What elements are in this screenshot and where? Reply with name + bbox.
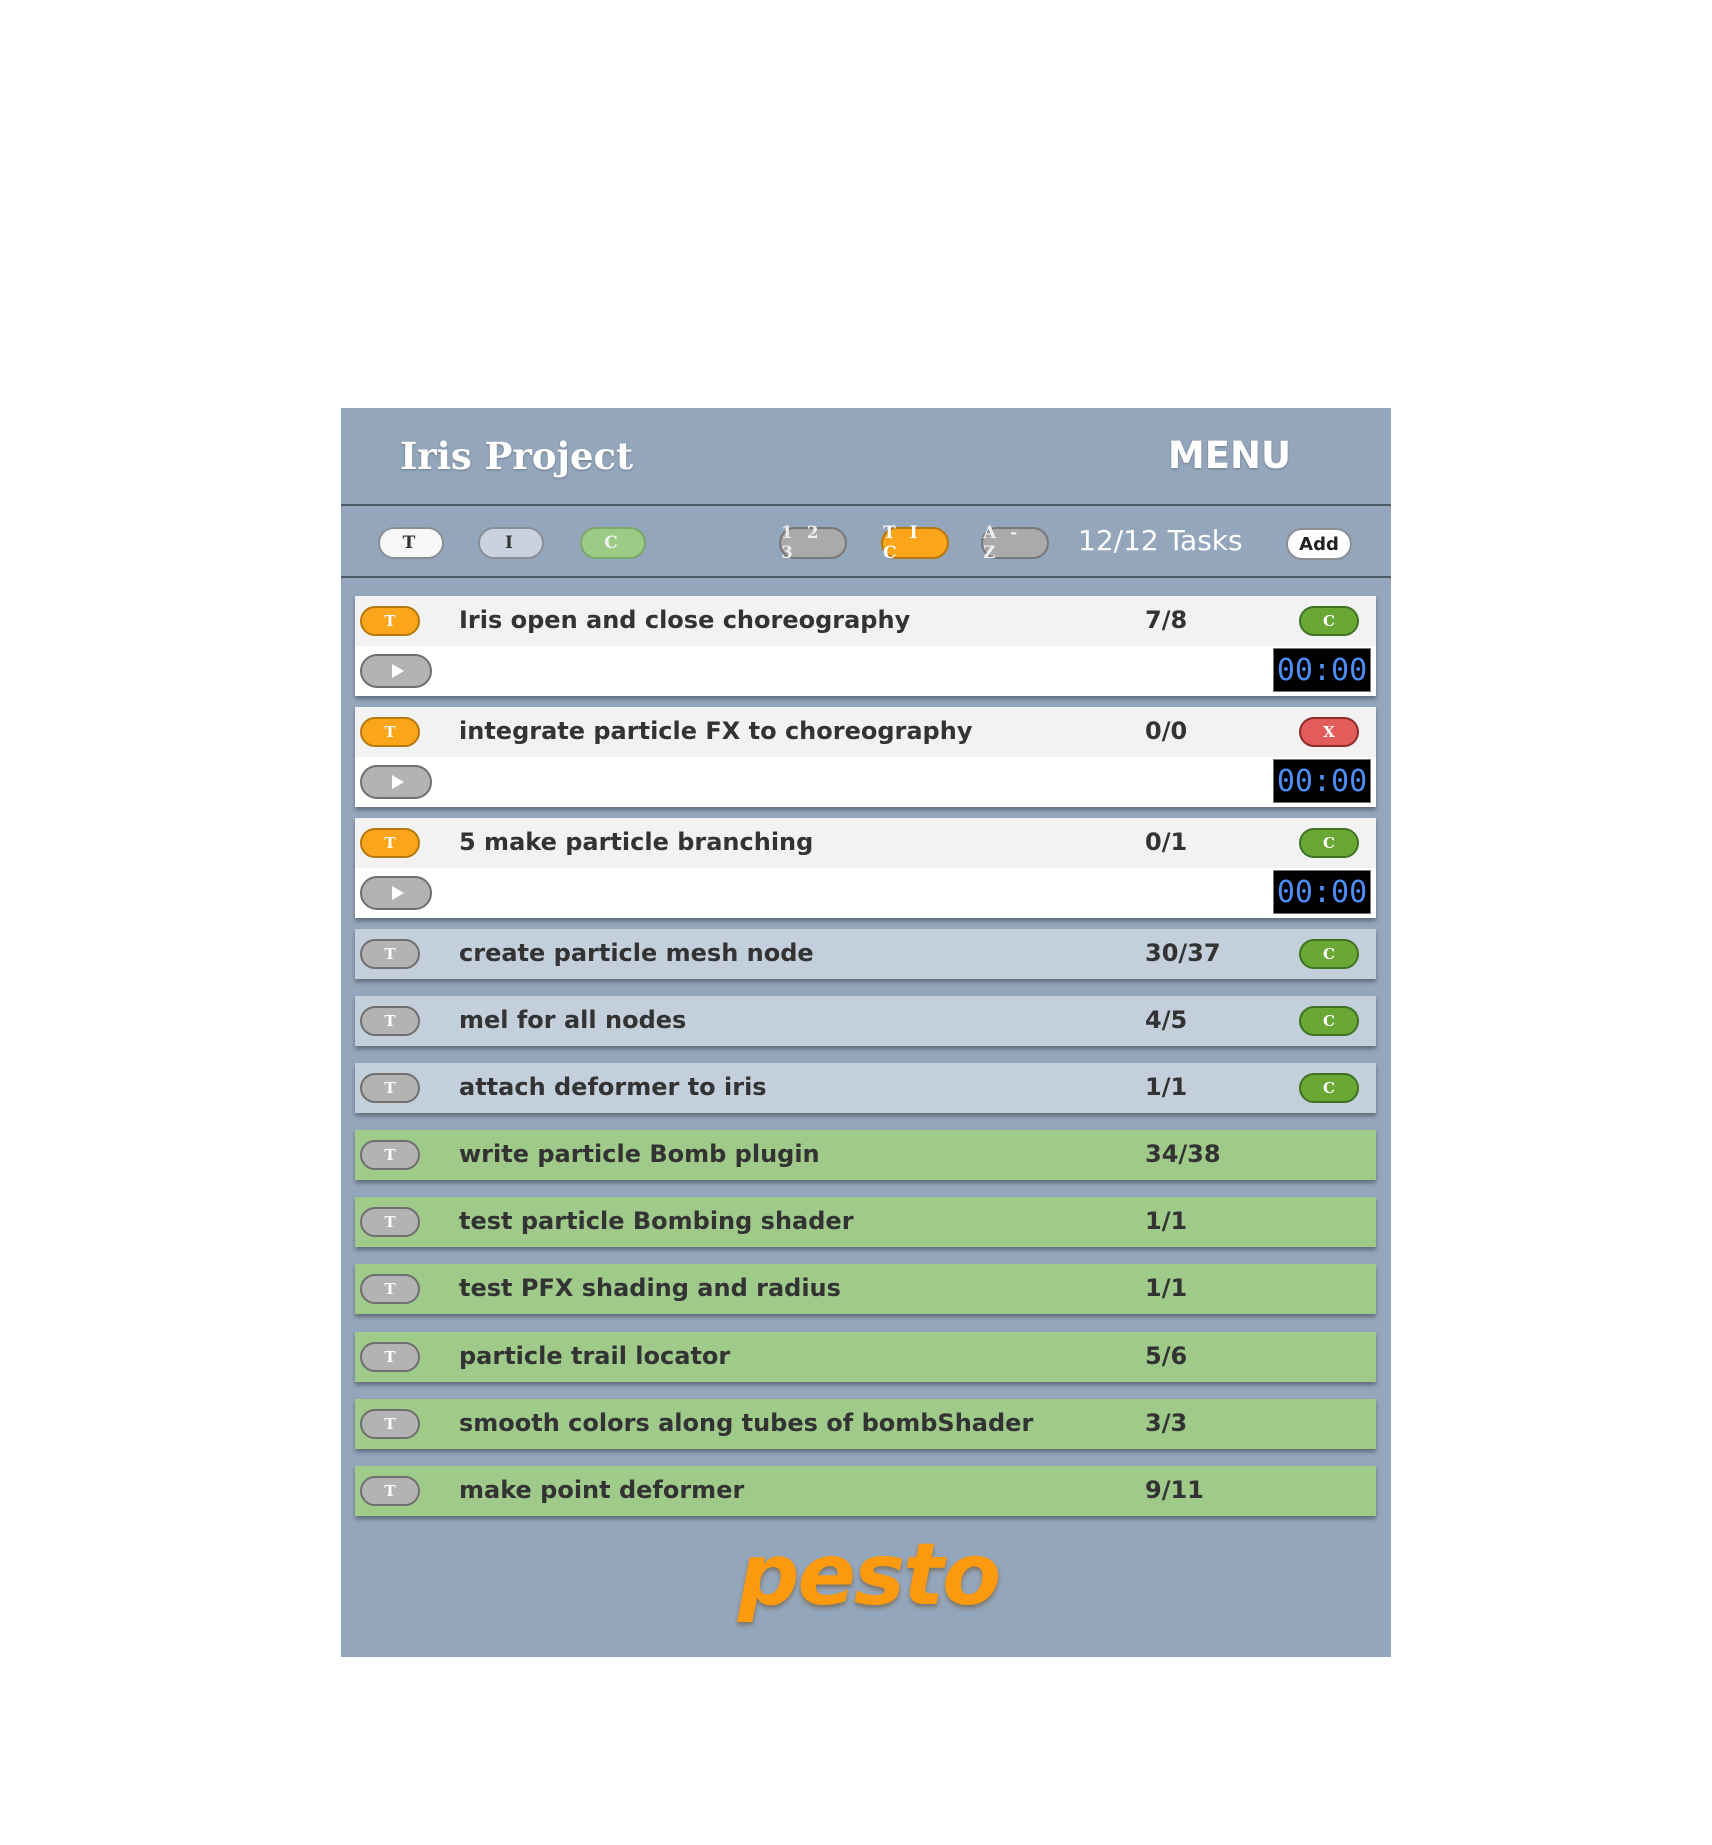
task-row[interactable]: T attach deformer to iris 1/1 C: [355, 1063, 1376, 1113]
task-count: 12/12 Tasks: [1078, 524, 1243, 557]
complete-button[interactable]: C: [1299, 828, 1359, 858]
task-panel: Iris Project MENU T I C 1 2 3 T I C A - …: [341, 408, 1391, 1657]
task-row[interactable]: T make point deformer 9/11: [355, 1466, 1376, 1516]
filter-idea-button[interactable]: I: [478, 527, 544, 559]
task-name: make point deformer: [459, 1476, 745, 1504]
complete-button[interactable]: C: [1299, 939, 1359, 969]
task-row[interactable]: T particle trail locator 5/6: [355, 1332, 1376, 1382]
task-type-button[interactable]: T: [360, 1409, 420, 1439]
task-type-button[interactable]: T: [360, 1207, 420, 1237]
task-progress: 5/6: [1145, 1342, 1188, 1370]
task-progress: 0/0: [1145, 717, 1188, 745]
task-row[interactable]: T test particle Bombing shader 1/1: [355, 1197, 1376, 1247]
complete-button[interactable]: C: [1299, 1073, 1359, 1103]
header-bar: Iris Project MENU: [341, 408, 1391, 506]
toolbar: T I C 1 2 3 T I C A - Z 12/12 Tasks Add: [341, 506, 1391, 578]
task-row[interactable]: T integrate particle FX to choreography …: [355, 707, 1376, 807]
task-row[interactable]: T 5 make particle branching 0/1 C 00:00: [355, 818, 1376, 918]
complete-button[interactable]: C: [1299, 606, 1359, 636]
task-row[interactable]: T create particle mesh node 30/37 C: [355, 929, 1376, 979]
task-row[interactable]: T Iris open and close choreography 7/8 C…: [355, 596, 1376, 696]
task-type-button[interactable]: T: [360, 828, 420, 858]
task-row[interactable]: T mel for all nodes 4/5 C: [355, 996, 1376, 1046]
task-type-button[interactable]: T: [360, 1476, 420, 1506]
task-type-button[interactable]: T: [360, 1140, 420, 1170]
task-progress: 7/8: [1145, 606, 1188, 634]
cancel-button[interactable]: X: [1299, 717, 1359, 747]
task-progress: 30/37: [1145, 939, 1221, 967]
task-progress: 1/1: [1145, 1274, 1188, 1302]
add-task-button[interactable]: Add: [1286, 528, 1352, 560]
sort-type-button[interactable]: T I C: [881, 523, 949, 563]
task-name: test PFX shading and radius: [459, 1274, 841, 1302]
filter-complete-button[interactable]: C: [580, 527, 646, 559]
task-name: test particle Bombing shader: [459, 1207, 854, 1235]
task-name: mel for all nodes: [459, 1006, 687, 1034]
task-type-button[interactable]: T: [360, 606, 420, 636]
task-timer: 00:00: [1273, 648, 1371, 692]
task-name: 5 make particle branching: [459, 828, 814, 856]
task-name: Iris open and close choreography: [459, 606, 911, 634]
task-name: particle trail locator: [459, 1342, 731, 1370]
task-type-button[interactable]: T: [360, 939, 420, 969]
play-timer-button[interactable]: [360, 765, 432, 799]
task-row[interactable]: T test PFX shading and radius 1/1: [355, 1264, 1376, 1314]
task-row[interactable]: T smooth colors along tubes of bombShade…: [355, 1399, 1376, 1449]
task-progress: 9/11: [1145, 1476, 1204, 1504]
task-type-button[interactable]: T: [360, 1342, 420, 1372]
task-name: create particle mesh node: [459, 939, 814, 967]
task-type-button[interactable]: T: [360, 1073, 420, 1103]
task-progress: 1/1: [1145, 1207, 1188, 1235]
task-type-button[interactable]: T: [360, 717, 420, 747]
task-timer: 00:00: [1273, 759, 1371, 803]
task-type-button[interactable]: T: [360, 1274, 420, 1304]
project-title: Iris Project: [400, 434, 634, 478]
play-icon: [391, 886, 404, 900]
filter-task-button[interactable]: T: [378, 527, 444, 559]
task-progress: 3/3: [1145, 1409, 1188, 1437]
task-name: write particle Bomb plugin: [459, 1140, 820, 1168]
play-timer-button[interactable]: [360, 876, 432, 910]
task-name: attach deformer to iris: [459, 1073, 767, 1101]
sort-alpha-button[interactable]: A - Z: [981, 523, 1049, 563]
task-timer: 00:00: [1273, 870, 1371, 914]
task-progress: 4/5: [1145, 1006, 1188, 1034]
task-progress: 1/1: [1145, 1073, 1188, 1101]
task-name: smooth colors along tubes of bombShader: [459, 1409, 1034, 1437]
app-logo: pesto: [738, 1525, 1001, 1625]
task-type-button[interactable]: T: [360, 1006, 420, 1036]
complete-button[interactable]: C: [1299, 1006, 1359, 1036]
play-timer-button[interactable]: [360, 654, 432, 688]
play-icon: [391, 775, 404, 789]
task-name: integrate particle FX to choreography: [459, 717, 973, 745]
task-progress: 34/38: [1145, 1140, 1221, 1168]
task-row[interactable]: T write particle Bomb plugin 34/38: [355, 1130, 1376, 1180]
sort-numeric-button[interactable]: 1 2 3: [779, 523, 847, 563]
task-progress: 0/1: [1145, 828, 1188, 856]
play-icon: [391, 664, 404, 678]
menu-button[interactable]: MENU: [1168, 434, 1291, 477]
